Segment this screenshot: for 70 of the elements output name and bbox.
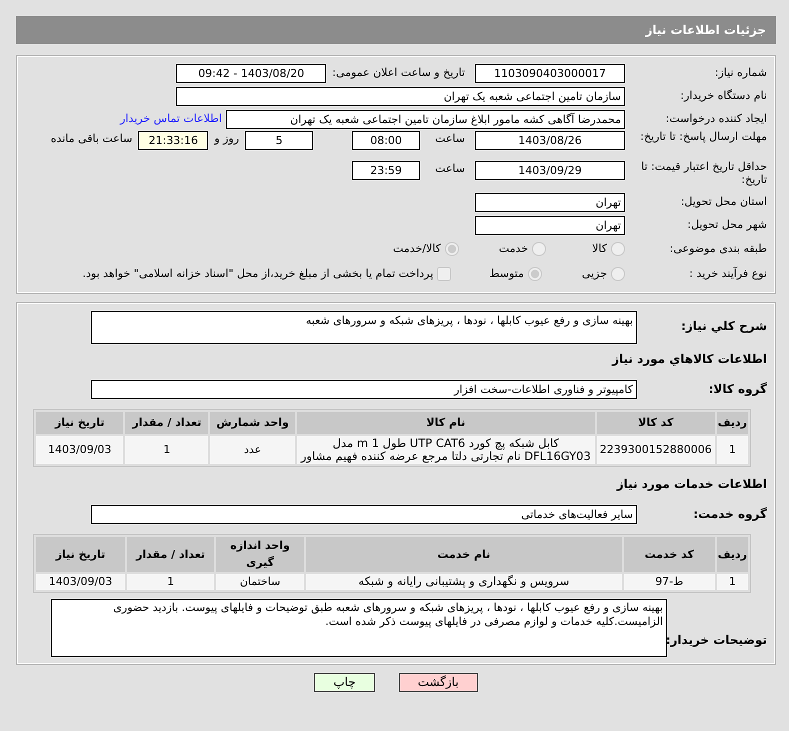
text-field[interactable]: محمدرضا آگاهی کشه مامور ابلاغ سازمان تامین اجتماعی شعبه یک تهران: [226, 110, 625, 128]
text-field[interactable]: کامپیوتر و فناوری اطلاعات-سخت افزار: [91, 380, 637, 398]
field-label: استان محل تحویل:: [680, 196, 767, 208]
option-label: متوسط: [489, 266, 524, 282]
table-cell: 1: [127, 574, 214, 590]
field-label: شهر محل تحویل:: [686, 218, 767, 232]
table-cell: ط-97: [624, 574, 715, 590]
back-button[interactable]: بازگشت: [398, 672, 478, 692]
column-header: تعداد / مقدار: [125, 412, 208, 434]
table-cell: 1: [125, 436, 208, 464]
text-field[interactable]: 1403/08/26: [475, 131, 625, 150]
column-header: تاریخ نیاز: [36, 412, 124, 434]
table-cell: 2239300152880006: [596, 436, 715, 464]
field-label: شماره نیاز:: [714, 66, 767, 80]
field-label: مهلت ارسال پاسخ: تا تاریخ:: [639, 131, 767, 144]
text-field[interactable]: 1103090403000017: [475, 64, 625, 82]
text-field[interactable]: سازمان تامین اجتماعی شعبه یک تهران: [176, 86, 625, 106]
table-cell: 1403/09/03: [36, 436, 124, 464]
page-header: جزئیات اطلاعات نیاز: [16, 16, 776, 44]
text-field[interactable]: 1403/08/20 - 09:42: [176, 64, 326, 82]
text-field[interactable]: سایر فعالیت‌های خدماتی: [91, 504, 637, 524]
option-label: کالا: [592, 240, 607, 257]
table-cell: 1403/09/03: [36, 574, 125, 590]
column-header: کد کالا: [596, 412, 715, 434]
field-label: ساعت: [435, 131, 465, 147]
field-label: نام دستگاه خریدار:: [679, 90, 767, 102]
field-label: ساعت: [435, 161, 465, 177]
option-label: جزیی: [582, 266, 607, 282]
table-cell: کابل شبکه پچ کورد UTP CAT6 طول 1 m مدل DFL16GY03 نام تجارتی دلتا مرجع عرضه کننده فهیم مشاور: [296, 436, 595, 464]
column-header: واحد شمارش: [210, 412, 295, 434]
table-cell: 1: [716, 574, 748, 590]
field-label: نوع فرآیند خرید :: [688, 268, 767, 280]
field-label: ایجاد کننده درخواست:: [664, 112, 767, 126]
option-label: کالا/خدمت: [393, 240, 441, 257]
column-header: کد خدمت: [624, 537, 715, 572]
option-label: پرداخت تمام یا بخشی از مبلغ خرید،از محل "اسناد خزانه اسلامی" خواهد بود.: [82, 266, 434, 282]
column-header: واحد اندازه گیری: [216, 537, 304, 572]
column-header: ردیف: [716, 412, 748, 434]
table-cell: سرویس و نگهداری و پشتیبانی رایانه و شبکه: [306, 574, 622, 590]
text-field[interactable]: 23:59: [352, 161, 420, 180]
field-label: حداقل تاریخ اعتبار قیمت: تا تاریخ:: [640, 161, 767, 186]
field-label: روز و: [214, 131, 240, 147]
option-label: خدمت: [498, 240, 528, 257]
table-cell: ساختمان: [216, 574, 304, 590]
contact-link[interactable]: اطلاعات تماس خریدار: [120, 110, 222, 128]
text-field[interactable]: 1403/09/29: [475, 161, 625, 180]
text-area[interactable]: بهینه سازی و رفع عیوب کابلها ، نودها ، پریزهای شبکه و سرورهای شعبه طبق توضیحات و فایلهای پیوست. بازدید حضوری الزامیست.کلیه خدمات و لوازم مصرفی در فایلهای پیوست ذکر شده است.: [51, 598, 667, 657]
field-label: طبقه بندی موضوعی:: [668, 242, 767, 256]
section-heading: اطلاعات كالاهاي مورد نياز: [612, 351, 767, 368]
field-label: تاریخ و ساعت اعلان عمومی:: [332, 64, 465, 81]
field-label: گروه کالا:: [708, 381, 767, 398]
column-header: تاریخ نیاز: [36, 537, 125, 572]
field-label: ساعت باقی مانده: [50, 131, 132, 147]
field-label: توضیحات خریدار:: [667, 632, 767, 649]
table-cell: 1: [716, 436, 748, 464]
text-field[interactable]: 08:00: [352, 131, 420, 150]
text-field[interactable]: 5: [245, 131, 314, 150]
section-heading: اطلاعات خدمات مورد نیاز: [616, 476, 767, 494]
column-header: تعداد / مقدار: [127, 537, 214, 572]
countdown-field[interactable]: 21:33:16: [138, 131, 208, 150]
text-field[interactable]: تهران: [475, 216, 625, 234]
column-header: ردیف: [716, 537, 748, 572]
column-header: نام خدمت: [306, 537, 622, 572]
field-label: شرح کلي نياز:: [680, 318, 767, 335]
text-area[interactable]: بهینه سازی و رفع عیوب کابلها ، نودها ، پریزهای شبکه و سرورهای شعبه: [91, 311, 637, 344]
table-cell: عدد: [210, 436, 295, 464]
print-button[interactable]: چاپ: [314, 672, 375, 692]
text-field[interactable]: تهران: [475, 192, 625, 212]
column-header: نام کالا: [296, 412, 595, 434]
field-label: گروه خدمت:: [692, 506, 767, 524]
